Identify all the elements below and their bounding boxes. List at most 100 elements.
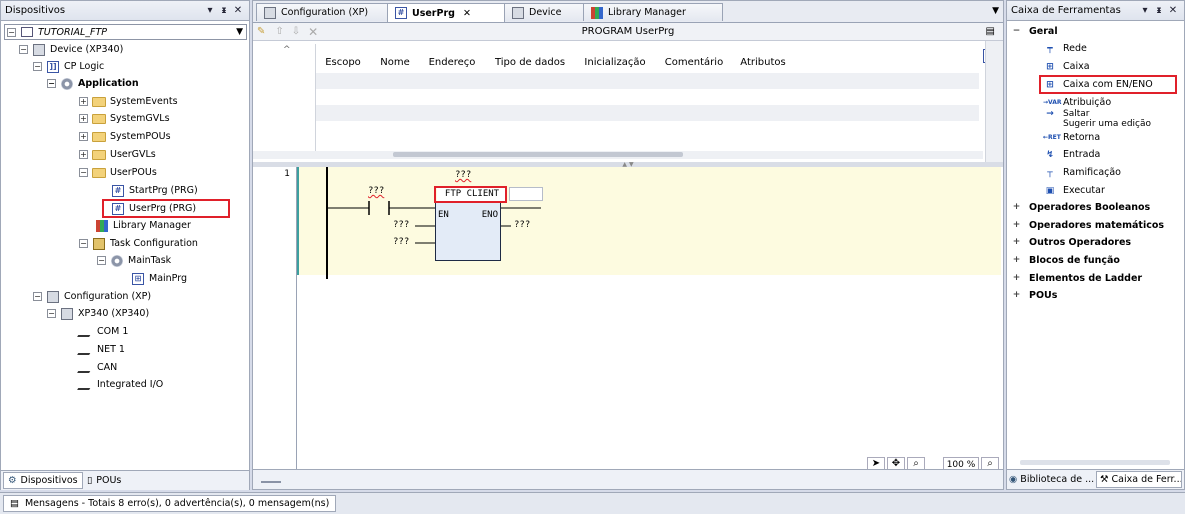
contact-variable[interactable]: ??? [368, 186, 384, 196]
tool-entrada[interactable]: ↯ Entrada [1043, 146, 1100, 163]
tree-main-prg[interactable]: ⊞ MainPrg [131, 270, 187, 287]
expand-icon[interactable]: + [1012, 256, 1021, 265]
expand-icon[interactable]: + [1012, 291, 1021, 300]
tree-start-prg[interactable]: # StartPrg (PRG) [111, 182, 198, 199]
collapse-icon[interactable]: − [47, 79, 56, 88]
tabs-dropdown-icon[interactable]: ▼ [992, 6, 999, 16]
fb-output-1[interactable]: ??? [514, 220, 530, 230]
collapse-icon[interactable]: − [19, 45, 28, 54]
tree-application[interactable]: − Application [47, 75, 139, 92]
pin-icon[interactable]: ᵻ [1152, 5, 1166, 16]
close-icon[interactable]: ✕ [1166, 5, 1180, 16]
category-elementos-ladder[interactable]: + Elementos de Ladder [1012, 270, 1142, 287]
tree-system-pous[interactable]: + SystemPOUs [79, 128, 171, 145]
col-escopo[interactable]: Escopo [315, 57, 371, 68]
minimize-strip[interactable] [261, 481, 281, 483]
tree-integrated-io[interactable]: Integrated I/O [77, 376, 163, 393]
dropdown-icon[interactable]: ▾ [203, 5, 217, 16]
tool-retorna[interactable]: ←RET Retorna [1043, 129, 1100, 146]
col-tipo-dados[interactable]: Tipo de dados [485, 57, 575, 68]
tree-user-pous[interactable]: − UserPOUs [79, 164, 157, 181]
col-atributos[interactable]: Atributos [733, 57, 793, 68]
collapse-icon[interactable]: − [79, 239, 88, 248]
tab-configuration-xp[interactable]: Configuration (XP) [256, 3, 388, 21]
collapse-icon[interactable]: − [79, 168, 88, 177]
fb-input-1[interactable]: ??? [393, 220, 409, 230]
expand-icon[interactable]: + [1012, 221, 1021, 230]
folder-icon [92, 95, 106, 108]
dropdown-icon[interactable]: ▾ [1138, 5, 1152, 16]
category-label: Elementos de Ladder [1029, 273, 1143, 284]
tab-close-icon[interactable]: ✕ [463, 8, 471, 19]
tab-caixa-ferramentas[interactable]: ⚒ Caixa de Ferr... [1096, 471, 1182, 488]
tree-system-gvls[interactable]: + SystemGVLs [79, 110, 170, 127]
tool-ramificacao[interactable]: ┬ Ramificação [1043, 164, 1121, 181]
category-outros-operadores[interactable]: + Outros Operadores [1012, 234, 1131, 251]
tree-xp340[interactable]: − XP340 (XP340) [47, 305, 149, 322]
category-geral[interactable]: − Geral [1012, 23, 1058, 40]
tab-library-manager[interactable]: Library Manager [583, 3, 723, 21]
col-endereco[interactable]: Endereço [419, 57, 485, 68]
fb-type-input-extra[interactable] [509, 187, 543, 201]
declaration-empty-row[interactable] [315, 73, 979, 89]
pin-icon[interactable]: ᵻ [217, 5, 231, 16]
tree-can[interactable]: CAN [77, 359, 117, 376]
tab-biblioteca[interactable]: ◉ Biblioteca de ... [1009, 471, 1095, 488]
collapse-icon[interactable]: − [7, 27, 16, 37]
collapse-icon[interactable]: − [33, 292, 42, 301]
tab-pous[interactable]: ▯ POUs [83, 472, 125, 489]
vertical-scrollbar[interactable] [985, 41, 1003, 163]
col-inicializacao[interactable]: Inicialização [575, 57, 655, 68]
tab-device[interactable]: Device [504, 3, 584, 21]
tree-net1[interactable]: NET 1 [77, 341, 125, 358]
col-nome[interactable]: Nome [371, 57, 419, 68]
sort-up-icon[interactable]: ^ [283, 45, 291, 55]
close-icon[interactable]: ✕ [231, 5, 245, 16]
messages-tab[interactable]: ▤ Mensagens - Totais 8 erro(s), 0 advert… [3, 495, 337, 512]
config-icon [263, 6, 277, 19]
tree-system-events[interactable]: + SystemEvents [79, 93, 178, 110]
function-block[interactable]: EN ENO [435, 201, 501, 261]
tool-executar[interactable]: ▣ Executar [1043, 182, 1105, 199]
scrollbar-thumb[interactable] [393, 152, 683, 157]
expand-icon[interactable]: + [79, 150, 88, 159]
tree-com1[interactable]: COM 1 [77, 323, 128, 340]
tree-main-task[interactable]: − MainTask [97, 252, 171, 269]
collapse-icon[interactable]: − [33, 62, 42, 71]
horizontal-scrollbar[interactable] [253, 151, 983, 159]
expand-icon[interactable]: + [1012, 238, 1021, 247]
expand-icon[interactable]: + [79, 97, 88, 106]
tree-user-gvls[interactable]: + UserGVLs [79, 146, 156, 163]
collapse-icon[interactable]: − [47, 309, 56, 318]
col-comentario[interactable]: Comentário [655, 57, 733, 68]
collapse-icon[interactable]: − [97, 256, 106, 265]
tree-configuration[interactable]: − Configuration (XP) [33, 288, 151, 305]
expand-icon[interactable]: + [1012, 274, 1021, 283]
expand-icon[interactable]: + [79, 114, 88, 123]
declaration-empty-row[interactable] [315, 105, 979, 121]
tool-caixa[interactable]: ⊞ Caixa [1043, 58, 1089, 75]
tree-library-manager[interactable]: Library Manager [95, 217, 191, 234]
chevron-down-icon[interactable]: ▼ [236, 27, 246, 37]
tab-dispositivos[interactable]: ⚙ Dispositivos [3, 472, 83, 489]
tree-cp-logic[interactable]: −]] CP Logic [33, 58, 104, 75]
tool-sugerir-edicao[interactable]: Sugerir uma edição [1063, 119, 1151, 129]
category-operadores-booleanos[interactable]: + Operadores Booleanos [1012, 199, 1150, 216]
toolbox-scrollbar[interactable] [1020, 460, 1170, 465]
fb-input-2[interactable]: ??? [393, 237, 409, 247]
collapse-icon[interactable]: − [1012, 27, 1021, 36]
tree-task-configuration[interactable]: − Task Configuration [79, 235, 198, 252]
category-operadores-matematicos[interactable]: + Operadores matemáticos [1012, 217, 1164, 234]
tree-label: MainTask [128, 255, 172, 266]
expand-icon[interactable]: + [1012, 203, 1021, 212]
tool-rede[interactable]: ┯ Rede [1043, 40, 1087, 57]
category-pous[interactable]: + POUs [1012, 287, 1058, 304]
tree-device[interactable]: − Device (XP340) [19, 41, 123, 58]
category-blocos-funcao[interactable]: + Blocos de função [1012, 252, 1120, 269]
tab-userprg[interactable]: # UserPrg ✕ [387, 3, 505, 22]
text-view-icon[interactable]: ▤ [986, 26, 995, 37]
fb-instance-name[interactable]: ??? [455, 170, 471, 180]
expand-icon[interactable]: + [79, 132, 88, 141]
tree-label: SystemEvents [110, 96, 178, 107]
project-root-combo[interactable]: − TUTORIAL_FTP ▼ [4, 24, 247, 40]
